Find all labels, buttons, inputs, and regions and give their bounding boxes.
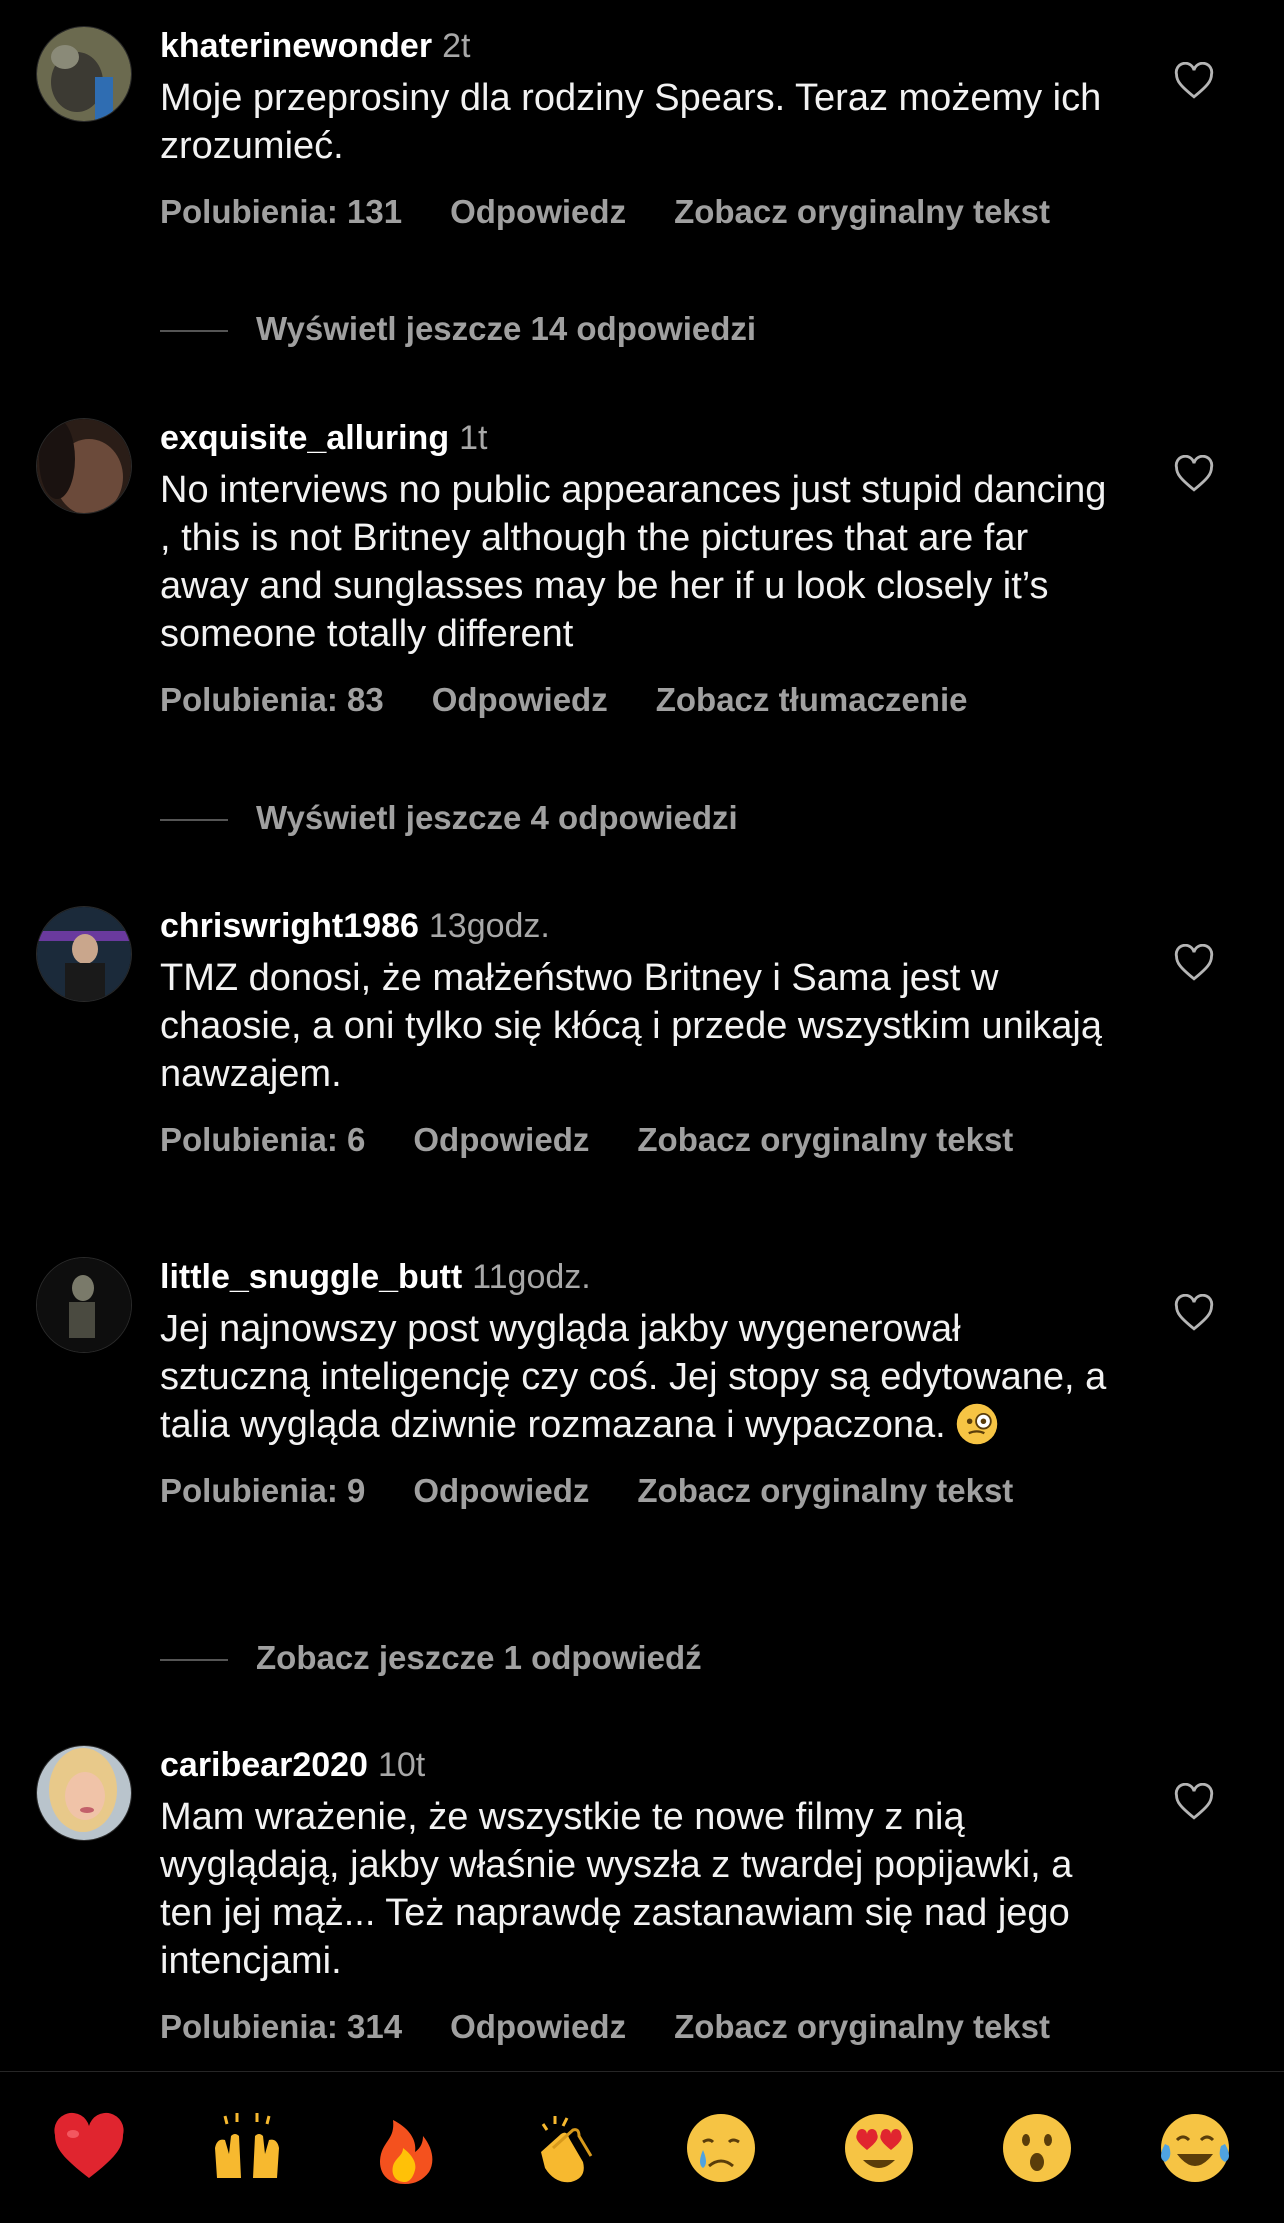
likes-count[interactable]: Polubienia: 131 [160, 193, 402, 230]
likes-count[interactable]: Polubienia: 83 [160, 681, 384, 718]
likes-count[interactable]: Polubienia: 9 [160, 1472, 365, 1509]
comment-text: No interviews no public appearances just… [160, 469, 1107, 655]
avatar[interactable] [36, 1745, 132, 1841]
reply-button[interactable]: Odpowiedz [413, 1121, 589, 1158]
view-more-replies[interactable]: Wyświetl jeszcze 14 odpowiedzi [160, 309, 756, 349]
clapping-hands-icon[interactable] [523, 2108, 603, 2188]
avatar[interactable] [36, 1257, 132, 1353]
avatar[interactable] [36, 418, 132, 514]
reply-button[interactable]: Odpowiedz [432, 681, 608, 718]
tears-of-joy-face-icon[interactable] [1155, 2108, 1235, 2188]
timestamp: 13godz. [428, 907, 550, 945]
emoji-reaction-bar [0, 2072, 1284, 2223]
view-more-replies-label: Wyświetl jeszcze 4 odpowiedzi [256, 799, 738, 836]
red-heart-icon[interactable] [49, 2108, 129, 2188]
likes-count[interactable]: Polubienia: 314 [160, 2008, 402, 2045]
see-original-button[interactable]: Zobacz oryginalny tekst [674, 2008, 1050, 2045]
username[interactable]: exquisite_alluring [160, 419, 449, 457]
reply-button[interactable]: Odpowiedz [450, 2008, 626, 2045]
surprised-face-icon[interactable] [997, 2108, 1077, 2188]
heart-icon[interactable] [1174, 944, 1214, 982]
see-original-button[interactable]: Zobacz oryginalny tekst [674, 193, 1050, 230]
timestamp: 11godz. [472, 1258, 591, 1296]
heart-icon[interactable] [1174, 62, 1214, 100]
comment-text: TMZ donosi, że małżeństwo Britney i Sama… [160, 957, 1102, 1095]
see-original-button[interactable]: Zobacz oryginalny tekst [637, 1472, 1013, 1509]
view-more-replies-label: Zobacz jeszcze 1 odpowiedź [256, 1639, 702, 1676]
avatar[interactable] [36, 26, 132, 122]
username[interactable]: chriswright1986 [160, 907, 419, 945]
avatar[interactable] [36, 906, 132, 1002]
heart-icon[interactable] [1174, 455, 1214, 493]
fire-icon[interactable] [365, 2108, 445, 2188]
raising-hands-icon[interactable] [207, 2108, 287, 2188]
heart-eyes-face-icon[interactable] [839, 2108, 919, 2188]
heart-icon[interactable] [1174, 1294, 1214, 1332]
reply-button[interactable]: Odpowiedz [413, 1472, 589, 1509]
comment-text: Mam wrażenie, że wszystkie te nowe filmy… [160, 1796, 1073, 1982]
view-more-replies-label: Wyświetl jeszcze 14 odpowiedzi [256, 310, 757, 347]
heart-icon[interactable] [1174, 1783, 1214, 1821]
username[interactable]: caribear2020 [160, 1746, 368, 1784]
view-more-replies[interactable]: Zobacz jeszcze 1 odpowiedź [160, 1638, 702, 1678]
monocle-face-icon [956, 1403, 997, 1445]
see-original-button[interactable]: Zobacz oryginalny tekst [637, 1121, 1013, 1158]
timestamp: 10t [377, 1746, 426, 1784]
username[interactable]: little_snuggle_butt [160, 1258, 462, 1296]
reply-button[interactable]: Odpowiedz [450, 193, 626, 230]
timestamp: 1t [459, 419, 488, 457]
crying-face-icon[interactable] [681, 2108, 761, 2188]
timestamp: 2t [442, 27, 471, 65]
likes-count[interactable]: Polubienia: 6 [160, 1121, 365, 1158]
view-more-replies[interactable]: Wyświetl jeszcze 4 odpowiedzi [160, 798, 738, 838]
username[interactable]: khaterinewonder [160, 27, 432, 65]
comment-text: Moje przeprosiny dla rodziny Spears. Ter… [160, 77, 1102, 167]
see-translation-button[interactable]: Zobacz tłumaczenie [656, 681, 968, 718]
